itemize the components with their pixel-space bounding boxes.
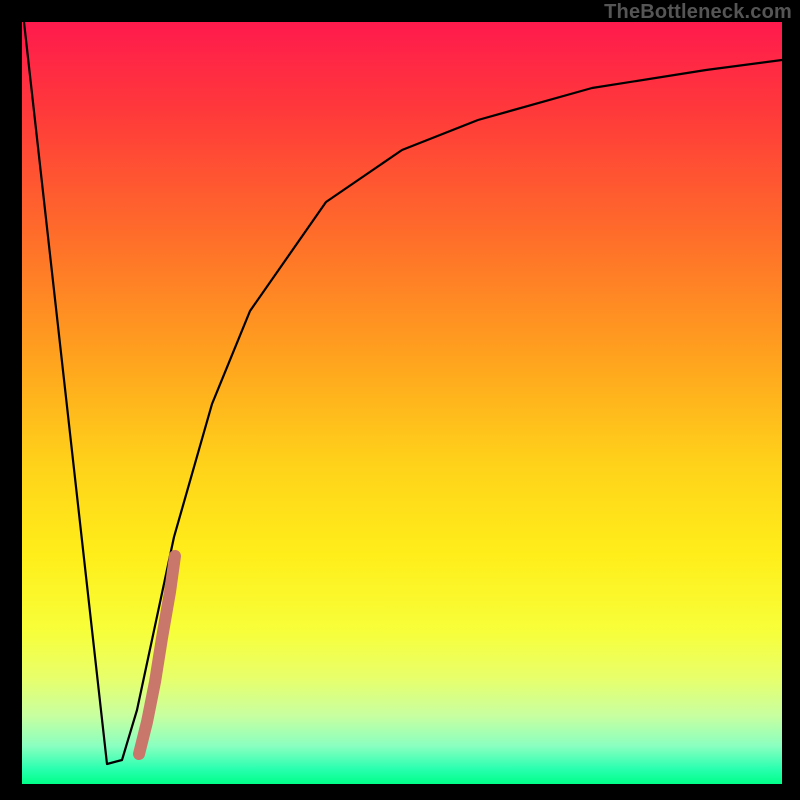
- chart-svg: [22, 22, 782, 784]
- plot-area: [22, 22, 782, 784]
- bottleneck-curve: [24, 22, 782, 764]
- highlight-segment: [139, 556, 175, 754]
- branding-text: TheBottleneck.com: [604, 1, 792, 24]
- chart-container: TheBottleneck.com: [0, 0, 800, 800]
